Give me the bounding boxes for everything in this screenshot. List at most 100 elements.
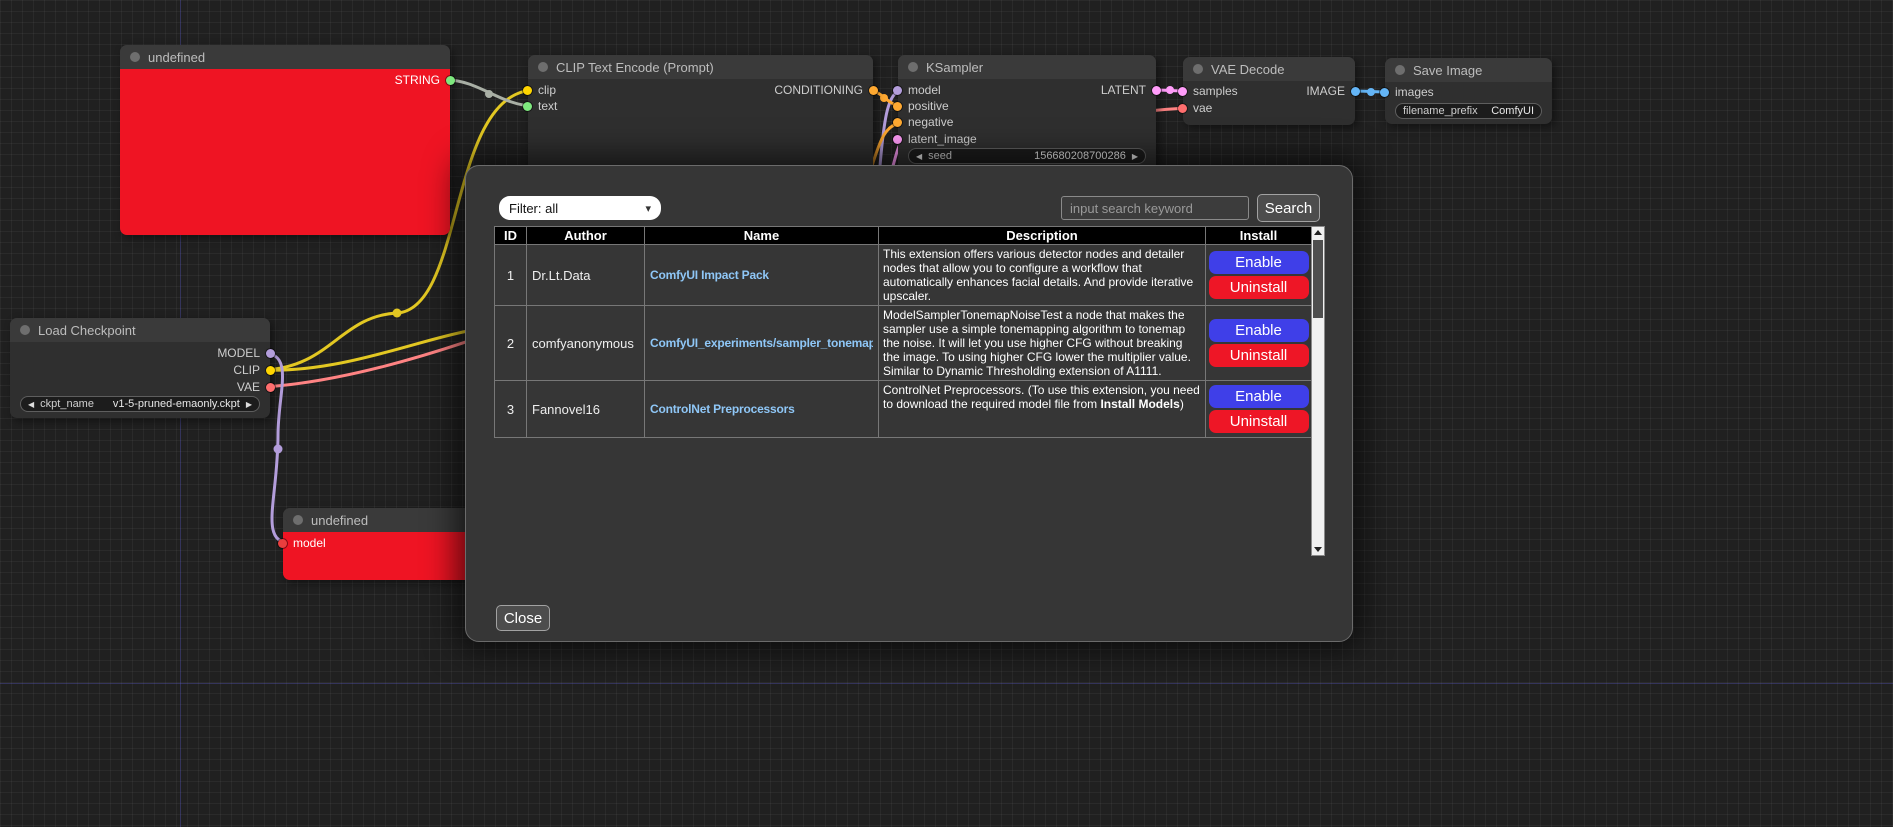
chevron-down-icon: ▾ bbox=[645, 202, 651, 215]
cell-author: Dr.Lt.Data bbox=[527, 245, 645, 306]
output-dot[interactable] bbox=[446, 76, 455, 85]
input-slot-clip[interactable]: clip bbox=[523, 82, 556, 98]
output-slot-latent[interactable]: LATENT bbox=[1101, 82, 1161, 98]
wire-dot-image bbox=[1367, 88, 1375, 96]
output-dot[interactable] bbox=[266, 383, 275, 392]
wire-dot-latent bbox=[1166, 86, 1174, 94]
ckpt-name-widget[interactable]: ◀ ckpt_name v1-5-pruned-emaonly.ckpt ▶ bbox=[20, 396, 260, 412]
enable-button[interactable]: Enable bbox=[1209, 251, 1309, 274]
collapse-toggle-icon[interactable] bbox=[20, 325, 30, 335]
output-dot[interactable] bbox=[1351, 87, 1360, 96]
column-header-name: Name bbox=[645, 227, 879, 245]
cell-author: comfyanonymous bbox=[527, 306, 645, 381]
node-ksampler[interactable]: KSampler model positive negative latent_… bbox=[898, 55, 1156, 175]
input-slot-text[interactable]: text bbox=[523, 98, 557, 114]
input-slot-model[interactable]: model bbox=[278, 535, 326, 551]
input-dot[interactable] bbox=[523, 86, 532, 95]
input-dot[interactable] bbox=[278, 539, 287, 548]
input-dot[interactable] bbox=[1178, 104, 1187, 113]
collapse-toggle-icon[interactable] bbox=[908, 62, 918, 72]
output-dot[interactable] bbox=[1152, 86, 1161, 95]
input-dot[interactable] bbox=[893, 86, 902, 95]
cell-id: 1 bbox=[495, 245, 527, 306]
node-title-bar[interactable]: KSampler bbox=[898, 55, 1156, 79]
enable-button[interactable]: Enable bbox=[1209, 319, 1309, 342]
table-scrollbar[interactable] bbox=[1311, 226, 1325, 556]
cell-install: Enable Uninstall bbox=[1206, 245, 1312, 306]
node-title: Load Checkpoint bbox=[38, 323, 136, 338]
node-title-bar[interactable]: Load Checkpoint bbox=[10, 318, 270, 342]
input-dot[interactable] bbox=[893, 118, 902, 127]
uninstall-button[interactable]: Uninstall bbox=[1209, 276, 1309, 299]
seed-widget[interactable]: ◀ seed 156680208700286 ▶ bbox=[908, 148, 1146, 164]
output-dot[interactable] bbox=[266, 349, 275, 358]
uninstall-button[interactable]: Uninstall bbox=[1209, 410, 1309, 433]
output-slot-model[interactable]: MODEL bbox=[217, 345, 275, 361]
input-slot-vae[interactable]: vae bbox=[1178, 100, 1212, 116]
extension-link[interactable]: ComfyUI_experiments/sampler_tonemap bbox=[650, 336, 873, 350]
cell-description: ModelSamplerTonemapNoiseTest a node that… bbox=[879, 306, 1206, 381]
output-slot-clip[interactable]: CLIP bbox=[233, 362, 275, 378]
output-slot-vae[interactable]: VAE bbox=[237, 379, 275, 395]
decrement-arrow-icon[interactable]: ◀ bbox=[916, 152, 922, 161]
graph-canvas[interactable]: undefined STRING CLIP Text Encode (Promp… bbox=[0, 0, 1893, 827]
input-slot-positive[interactable]: positive bbox=[893, 98, 949, 114]
scroll-up-icon[interactable] bbox=[1314, 230, 1322, 235]
wire-dot-clip bbox=[393, 309, 402, 318]
cell-id: 3 bbox=[495, 381, 527, 438]
collapse-toggle-icon[interactable] bbox=[1193, 64, 1203, 74]
input-dot[interactable] bbox=[893, 135, 902, 144]
collapse-toggle-icon[interactable] bbox=[538, 62, 548, 72]
decrement-arrow-icon[interactable]: ◀ bbox=[28, 400, 34, 409]
search-input[interactable] bbox=[1061, 196, 1249, 220]
node-title-bar[interactable]: CLIP Text Encode (Prompt) bbox=[528, 55, 873, 79]
table-header-row: ID Author Name Description Install bbox=[495, 227, 1312, 245]
input-dot[interactable] bbox=[1178, 87, 1187, 96]
output-slot-conditioning[interactable]: CONDITIONING bbox=[774, 82, 878, 98]
uninstall-button[interactable]: Uninstall bbox=[1209, 344, 1309, 367]
output-slot-string[interactable]: STRING bbox=[395, 72, 455, 88]
input-slot-images[interactable]: images bbox=[1380, 84, 1434, 100]
scrollbar-thumb[interactable] bbox=[1313, 240, 1323, 318]
search-button[interactable]: Search bbox=[1257, 194, 1320, 222]
output-dot[interactable] bbox=[266, 366, 275, 375]
input-slot-latent-image[interactable]: latent_image bbox=[893, 131, 977, 147]
cell-install: Enable Uninstall bbox=[1206, 306, 1312, 381]
table-row: 1 Dr.Lt.Data ComfyUI Impact Pack This ex… bbox=[495, 245, 1312, 306]
wire-dot-string bbox=[485, 90, 493, 98]
input-dot[interactable] bbox=[1380, 88, 1389, 97]
scroll-down-icon[interactable] bbox=[1314, 547, 1322, 552]
node-title-bar[interactable]: VAE Decode bbox=[1183, 57, 1355, 81]
filename-prefix-widget[interactable]: filename_prefix ComfyUI bbox=[1395, 103, 1542, 119]
node-title: KSampler bbox=[926, 60, 983, 75]
input-dot[interactable] bbox=[523, 102, 532, 111]
node-body bbox=[120, 69, 450, 235]
collapse-toggle-icon[interactable] bbox=[130, 52, 140, 62]
extension-link[interactable]: ComfyUI Impact Pack bbox=[650, 268, 873, 282]
node-undefined-top[interactable]: undefined STRING bbox=[120, 45, 450, 235]
collapse-toggle-icon[interactable] bbox=[293, 515, 303, 525]
output-dot[interactable] bbox=[869, 86, 878, 95]
node-title-bar[interactable]: Save Image bbox=[1385, 58, 1552, 82]
custom-nodes-manager-dialog: Filter: all ▾ Search ID Author Name Desc… bbox=[465, 165, 1353, 642]
node-vae-decode[interactable]: VAE Decode samples vae IMAGE bbox=[1183, 57, 1355, 125]
node-load-checkpoint[interactable]: Load Checkpoint MODEL CLIP VAE ◀ ckpt_na… bbox=[10, 318, 270, 418]
canvas-axis-horizontal bbox=[0, 683, 1893, 684]
increment-arrow-icon[interactable]: ▶ bbox=[1132, 152, 1138, 161]
close-button[interactable]: Close bbox=[496, 605, 550, 631]
collapse-toggle-icon[interactable] bbox=[1395, 65, 1405, 75]
increment-arrow-icon[interactable]: ▶ bbox=[246, 400, 252, 409]
enable-button[interactable]: Enable bbox=[1209, 385, 1309, 408]
node-save-image[interactable]: Save Image images filename_prefix ComfyU… bbox=[1385, 58, 1552, 124]
table-row: 2 comfyanonymous ComfyUI_experiments/sam… bbox=[495, 306, 1312, 381]
input-slot-negative[interactable]: negative bbox=[893, 114, 953, 130]
filter-select[interactable]: Filter: all ▾ bbox=[499, 196, 661, 220]
extension-link[interactable]: ControlNet Preprocessors bbox=[650, 402, 873, 416]
node-title: undefined bbox=[148, 50, 205, 65]
node-title-bar[interactable]: undefined bbox=[120, 45, 450, 69]
input-dot[interactable] bbox=[893, 102, 902, 111]
input-slot-model[interactable]: model bbox=[893, 82, 941, 98]
input-slot-samples[interactable]: samples bbox=[1178, 83, 1238, 99]
output-slot-image[interactable]: IMAGE bbox=[1306, 83, 1360, 99]
cell-id: 2 bbox=[495, 306, 527, 381]
